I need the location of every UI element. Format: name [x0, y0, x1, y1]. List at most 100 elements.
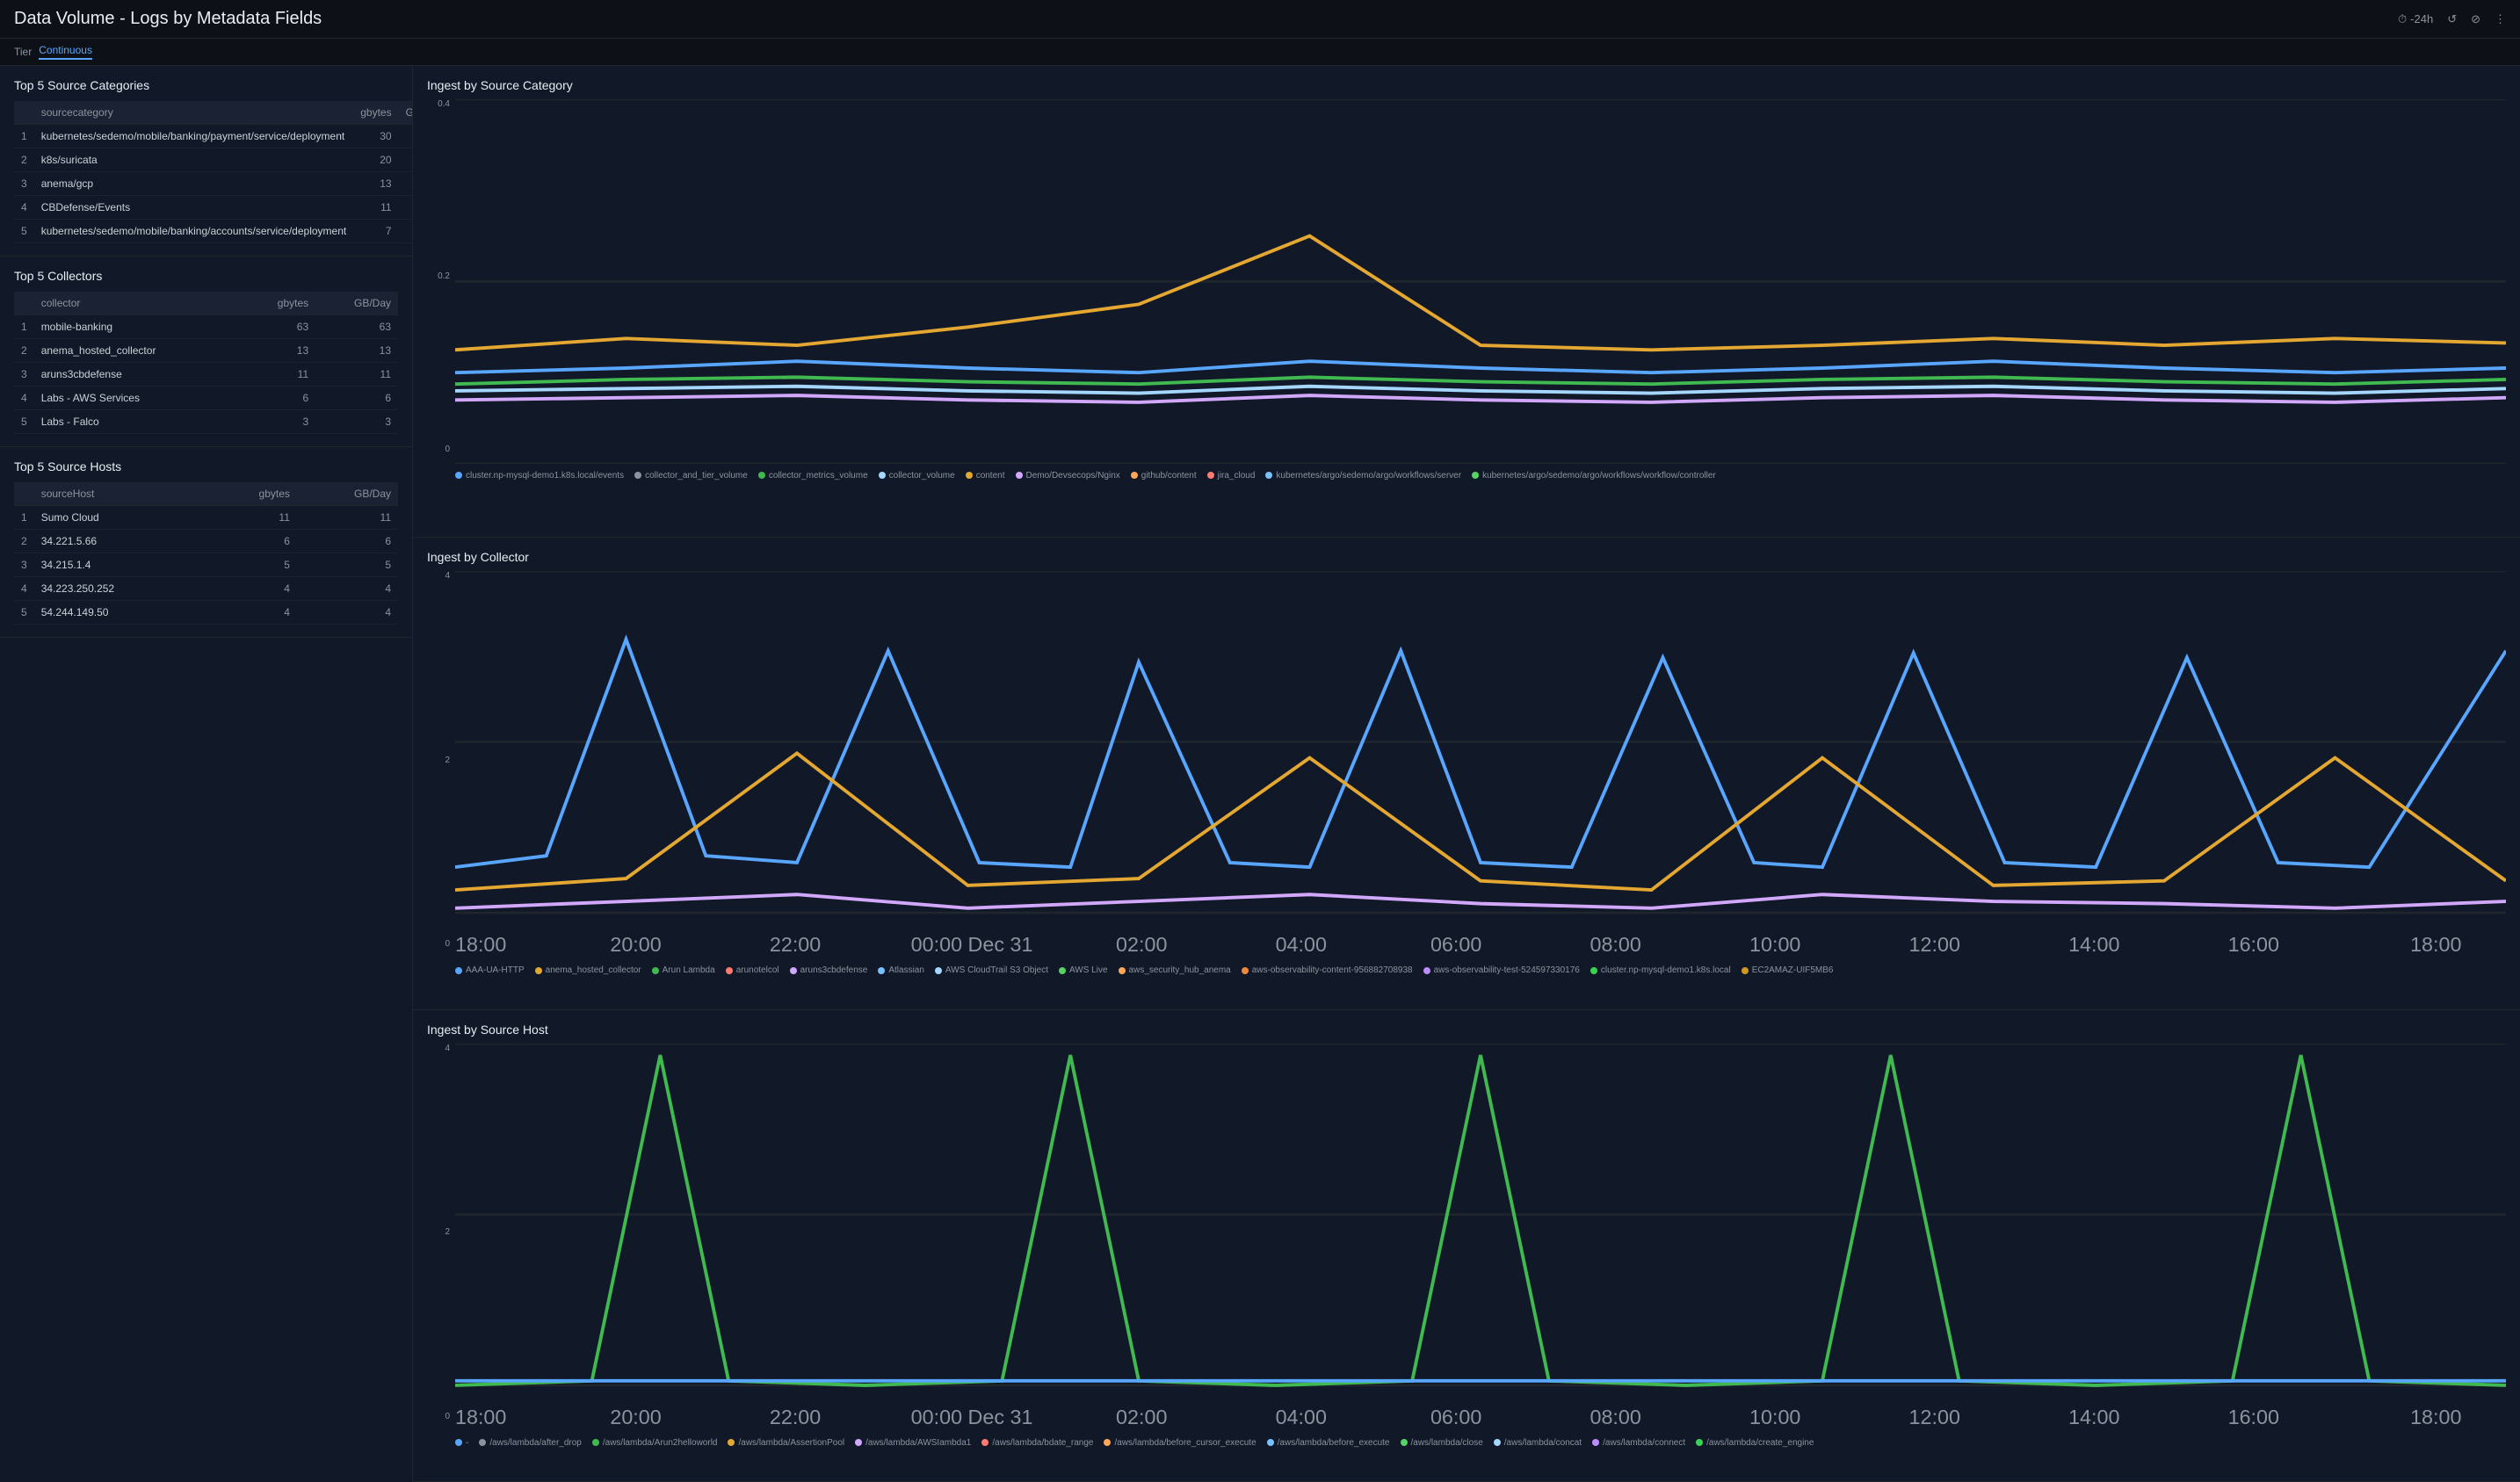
legend-item: /aws/lambda/after_drop: [479, 1438, 582, 1448]
gbday-value: 5: [297, 553, 398, 577]
legend-dot: [1592, 1439, 1599, 1446]
gbytes-value: 11: [353, 196, 398, 220]
main-content: Top 5 Source Categories sourcecategory g…: [0, 66, 2520, 1482]
svg-text:20:00: 20:00: [610, 1406, 661, 1428]
legend-dot: [1472, 472, 1479, 479]
rank: 1: [14, 125, 34, 148]
legend-label: /aws/lambda/create_engine: [1706, 1438, 1814, 1448]
legend-h: - /aws/lambda/after_drop /aws/lambda/Aru…: [455, 1438, 2506, 1448]
col-collector: collector: [34, 292, 243, 315]
source-category-name: kubernetes/sedemo/mobile/banking/account…: [34, 220, 354, 243]
legend-dot: [1104, 1439, 1111, 1446]
legend-label: AWS Live: [1069, 965, 1108, 975]
gbytes-value: 6: [207, 530, 297, 553]
gbday-value: 6: [315, 387, 398, 410]
col-sourcehost: sourceHost: [34, 482, 207, 506]
svg-text:18:00: 18:00: [2410, 933, 2461, 956]
table-row: 4 34.223.250.252 4 4: [14, 577, 398, 601]
table-row: 1 Sumo Cloud 11 11: [14, 506, 398, 530]
gbytes-value: 3: [243, 410, 315, 434]
legend-item: github/content: [1131, 471, 1197, 481]
table-row: 4 CBDefense/Events 11 11: [14, 196, 413, 220]
svg-text:06:00: 06:00: [1430, 1406, 1481, 1428]
legend-c: AAA-UA-HTTP anema_hosted_collector Arun …: [455, 965, 2506, 975]
gbytes-value: 63: [243, 315, 315, 339]
rank: 2: [14, 339, 34, 363]
legend-label: collector_metrics_volume: [769, 471, 868, 481]
legend-item: cluster.np-mysql-demo1.k8s.local: [1590, 965, 1731, 975]
app-container: Data Volume - Logs by Metadata Fields ⏱ …: [0, 0, 2520, 1482]
rank: 3: [14, 553, 34, 577]
ingest-source-category-chart: 0.4 0.2 0: [427, 99, 2506, 481]
legend-item: cluster.np-mysql-demo1.k8s.local/events: [455, 471, 624, 481]
legend-label: cluster.np-mysql-demo1.k8s.local: [1601, 965, 1731, 975]
source-category-name: kubernetes/sedemo/mobile/banking/payment…: [34, 125, 354, 148]
col-gbday-sc: GB/Day: [399, 101, 413, 125]
filter-button[interactable]: ⊘: [2471, 12, 2480, 26]
legend-dot: [535, 967, 542, 974]
legend-item: aws-observability-test-524597330176: [1423, 965, 1580, 975]
table-row: 4 Labs - AWS Services 6 6: [14, 387, 398, 410]
col-gbytes-c: gbytes: [243, 292, 315, 315]
source-host-name: 54.244.149.50: [34, 601, 207, 625]
col-gbytes-sc: gbytes: [353, 101, 398, 125]
svg-text:02:00: 02:00: [1116, 1406, 1167, 1428]
legend-dot: [758, 472, 765, 479]
svg-text:12:00: 12:00: [1909, 1406, 1960, 1428]
legend-item: content: [966, 471, 1005, 481]
ingest-source-host-title: Ingest by Source Host: [427, 1023, 2506, 1037]
table-row: 1 mobile-banking 63 63: [14, 315, 398, 339]
svg-text:16:00: 16:00: [2228, 933, 2279, 956]
gbday-value: 13: [399, 172, 413, 196]
gbytes-value: 20: [353, 148, 398, 172]
gbday-value: 7: [399, 220, 413, 243]
rank: 5: [14, 601, 34, 625]
gbday-value: 4: [297, 601, 398, 625]
right-panel: Ingest by Source Category 0.4 0.2 0: [413, 66, 2520, 1482]
chart-area-c: 18:00 20:00 22:00 00:00 Dec 31 02:00 04:…: [455, 571, 2506, 975]
legend-item: Demo/Devsecops/Nginx: [1016, 471, 1120, 481]
col-rank: [14, 101, 34, 125]
svg-text:18:00: 18:00: [455, 1406, 506, 1428]
chart-svg-h: 18:00 20:00 22:00 00:00 Dec 31 02:00 04:…: [455, 1044, 2506, 1431]
menu-button[interactable]: ⋮: [2495, 12, 2506, 26]
table-row: 3 anema/gcp 13 13: [14, 172, 413, 196]
source-categories-table: sourcecategory gbytes GB/Day 1 kubernete…: [14, 101, 413, 243]
source-host-name: Sumo Cloud: [34, 506, 207, 530]
legend-item: AWS Live: [1059, 965, 1108, 975]
chart-area-h: 18:00 20:00 22:00 00:00 Dec 31 02:00 04:…: [455, 1044, 2506, 1448]
legend-label: kubernetes/argo/sedemo/argo/workflows/wo…: [1482, 471, 1716, 481]
time-range-control[interactable]: ⏱ -24h: [2398, 12, 2433, 26]
chart-svg-c: 18:00 20:00 22:00 00:00 Dec 31 02:00 04:…: [455, 571, 2506, 958]
refresh-button[interactable]: ↺: [2447, 12, 2457, 26]
rank: 3: [14, 172, 34, 196]
legend-item: kubernetes/argo/sedemo/argo/workflows/se…: [1265, 471, 1461, 481]
col-gbday-c: GB/Day: [315, 292, 398, 315]
source-categories-title: Top 5 Source Categories: [14, 78, 398, 92]
ingest-source-category-title: Ingest by Source Category: [427, 78, 2506, 92]
ingest-source-category-section: Ingest by Source Category 0.4 0.2 0: [413, 66, 2520, 538]
legend-dot: [1401, 1439, 1408, 1446]
legend-dot: [1267, 1439, 1274, 1446]
legend-item: AWS CloudTrail S3 Object: [935, 965, 1048, 975]
svg-text:08:00: 08:00: [1589, 933, 1640, 956]
legend-item: collector_volume: [879, 471, 955, 481]
svg-text:16:00: 16:00: [2228, 1406, 2279, 1428]
svg-text:12:00: 12:00: [1909, 933, 1960, 956]
gbday-value: 11: [315, 363, 398, 387]
gbday-value: 6: [297, 530, 398, 553]
rank: 2: [14, 530, 34, 553]
legend-dot: [1590, 967, 1597, 974]
rank: 4: [14, 196, 34, 220]
legend-item: /aws/lambda/AssertionPool: [728, 1438, 844, 1448]
svg-text:08:00: 08:00: [1589, 1406, 1640, 1428]
legend-sc: cluster.np-mysql-demo1.k8s.local/events …: [455, 471, 2506, 481]
header: Data Volume - Logs by Metadata Fields ⏱ …: [0, 0, 2520, 39]
collector-name: Labs - Falco: [34, 410, 243, 434]
legend-dot: [1265, 472, 1272, 479]
gbytes-value: 13: [243, 339, 315, 363]
rank: 4: [14, 387, 34, 410]
tier-value[interactable]: Continuous: [39, 44, 92, 60]
legend-dot: [1742, 967, 1749, 974]
legend-item: /aws/lambda/bdate_range: [981, 1438, 1093, 1448]
